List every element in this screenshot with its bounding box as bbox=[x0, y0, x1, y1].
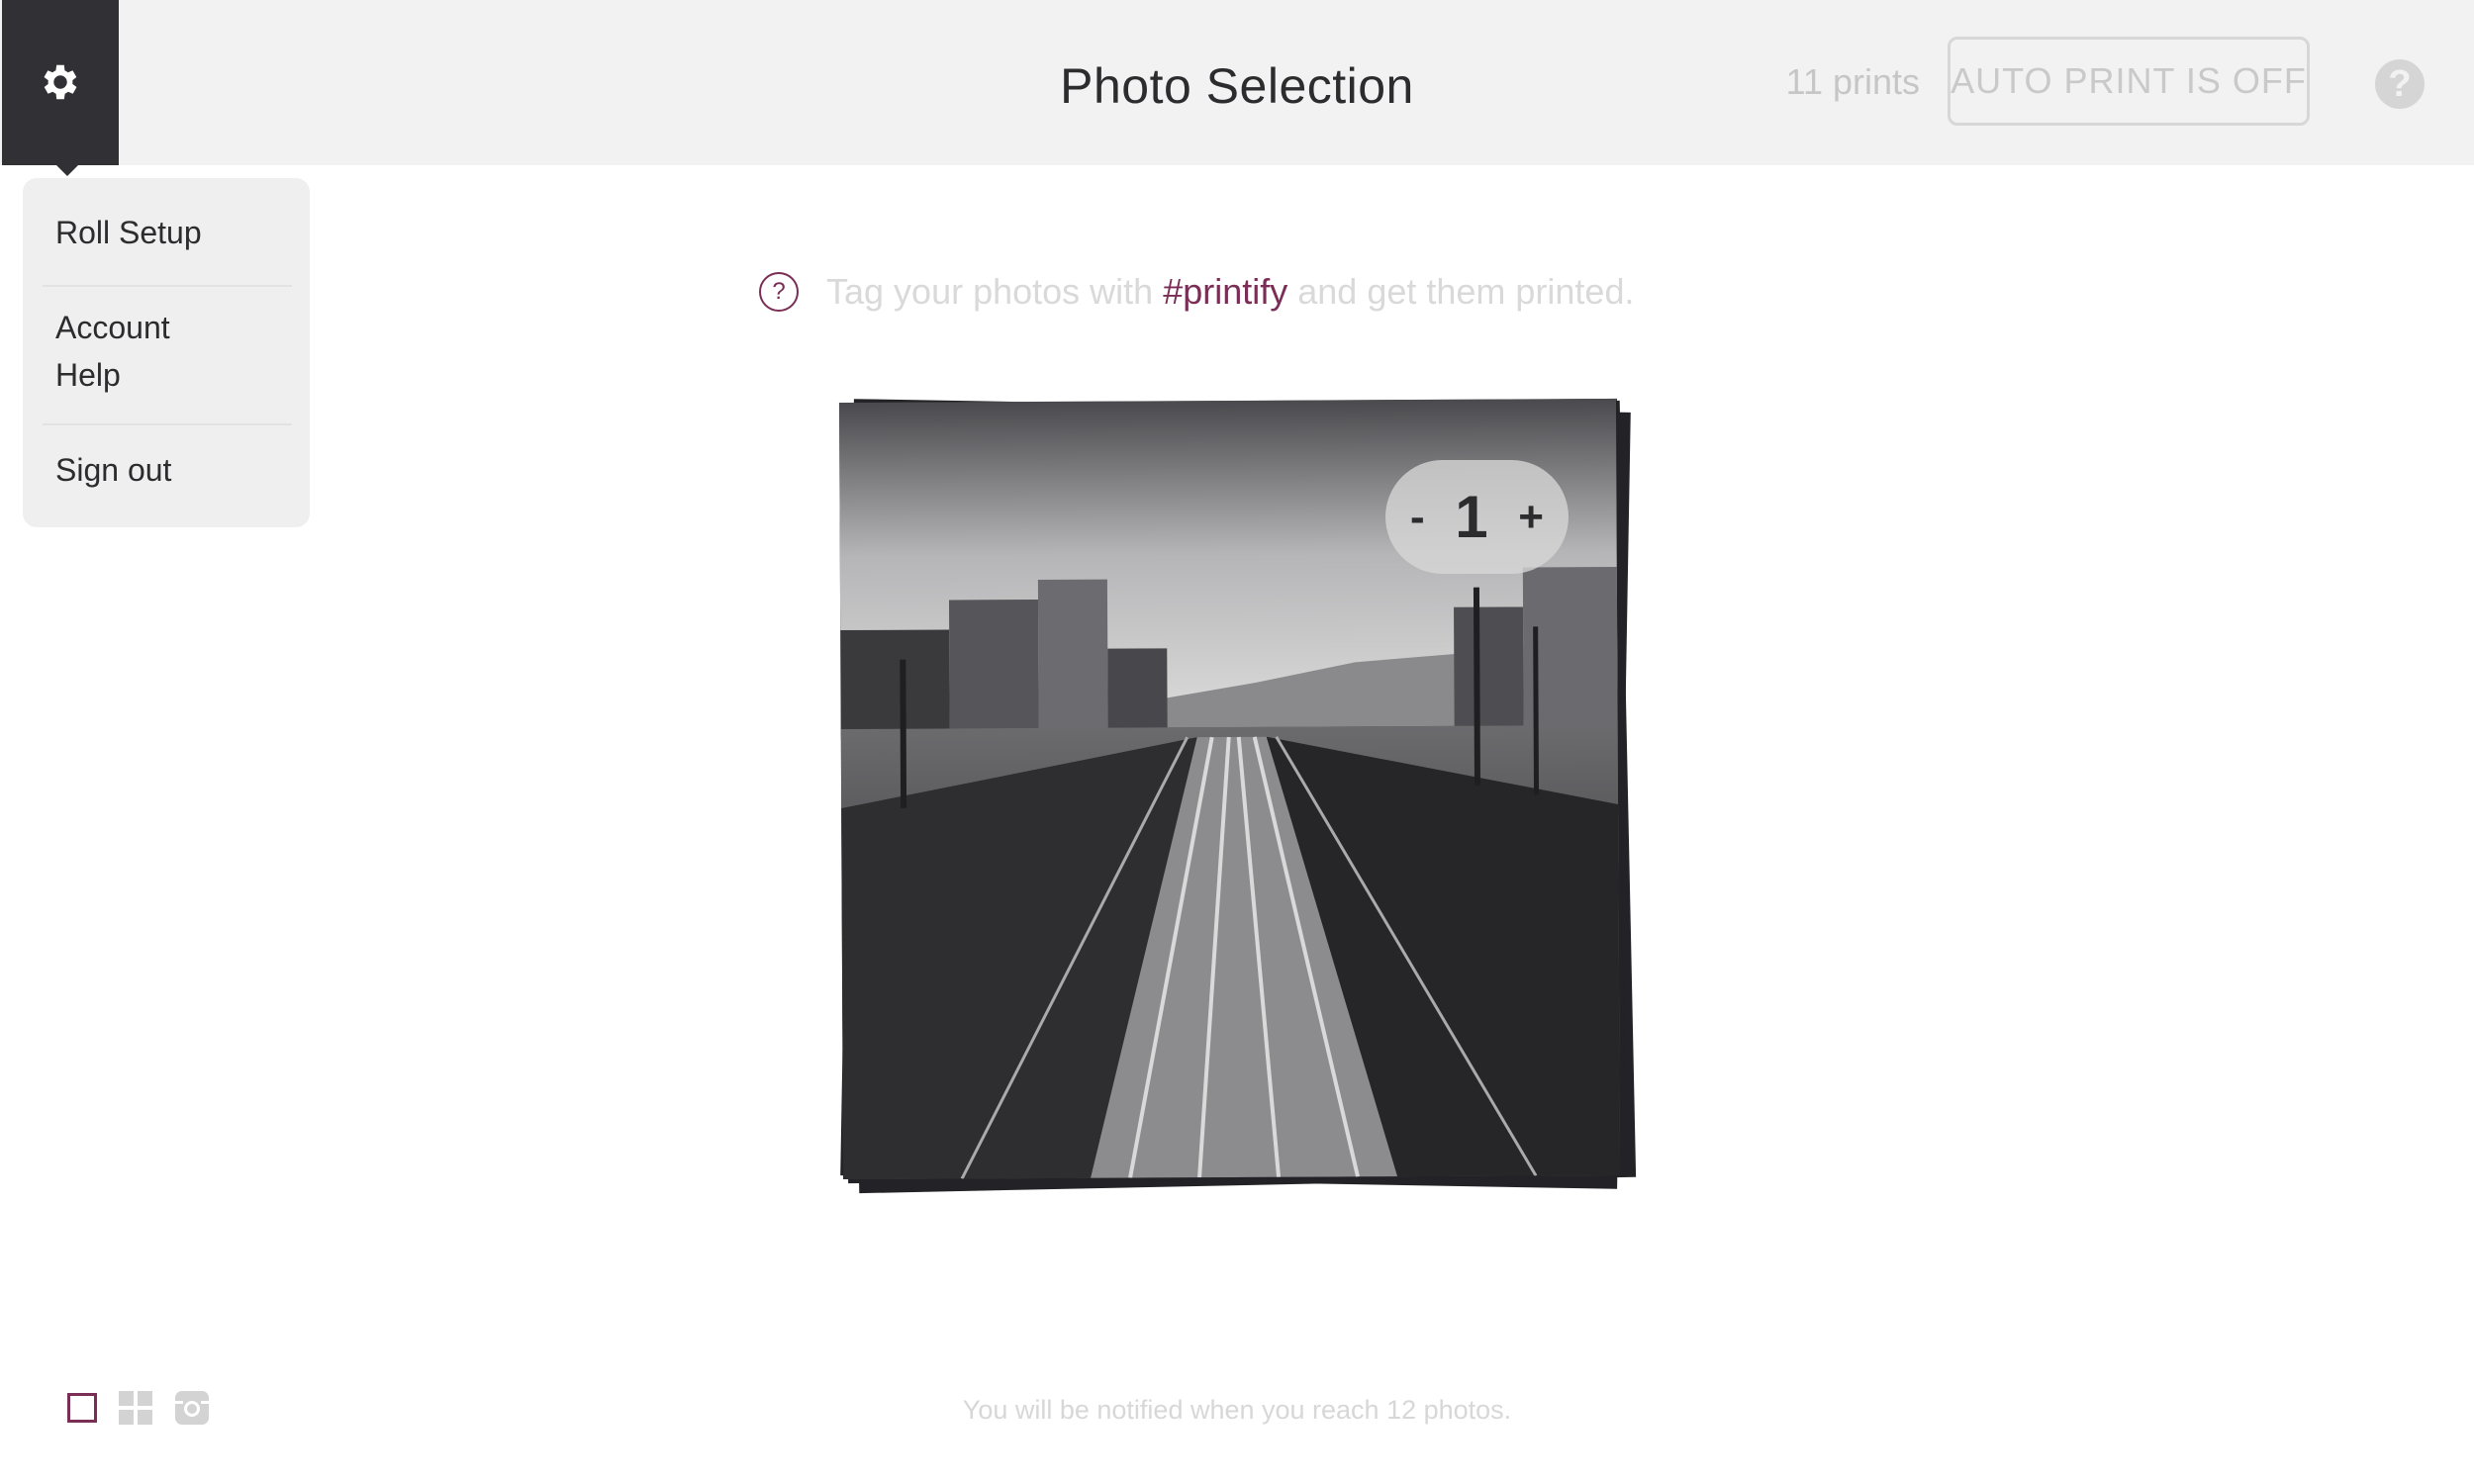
hint-text-after: and get them printed. bbox=[1297, 271, 1635, 312]
question-icon[interactable]: ? bbox=[759, 272, 799, 312]
print-count: 11 prints bbox=[1785, 61, 1920, 102]
hint-text-before: Tag your photos with bbox=[826, 271, 1154, 312]
notification-note: You will be notified when you reach 12 p… bbox=[962, 1395, 1512, 1425]
menu-divider bbox=[43, 285, 292, 287]
menu-item-account[interactable]: Account bbox=[55, 304, 170, 351]
menu-divider bbox=[43, 423, 292, 425]
quantity-stepper: - 1 + bbox=[1385, 460, 1569, 574]
settings-dropdown: Roll Setup Account Help Sign out bbox=[23, 178, 310, 527]
auto-print-toggle[interactable]: AUTO PRINT IS OFF bbox=[1948, 37, 2310, 126]
menu-item-sign-out[interactable]: Sign out bbox=[55, 446, 171, 494]
quantity-value: 1 bbox=[1455, 484, 1488, 550]
menu-item-help[interactable]: Help bbox=[55, 351, 121, 399]
decrease-button[interactable]: - bbox=[1410, 493, 1425, 542]
menu-item-roll-setup[interactable]: Roll Setup bbox=[55, 209, 202, 256]
menu-caret bbox=[53, 162, 81, 176]
hashtag-hint: ? Tag your photos with #printify and get… bbox=[759, 267, 1634, 317]
hashtag: #printify bbox=[1163, 271, 1288, 312]
help-icon[interactable]: ? bbox=[2375, 59, 2425, 109]
top-bar: Photo Selection 11 prints AUTO PRINT IS … bbox=[0, 0, 2474, 176]
increase-button[interactable]: + bbox=[1518, 493, 1544, 542]
